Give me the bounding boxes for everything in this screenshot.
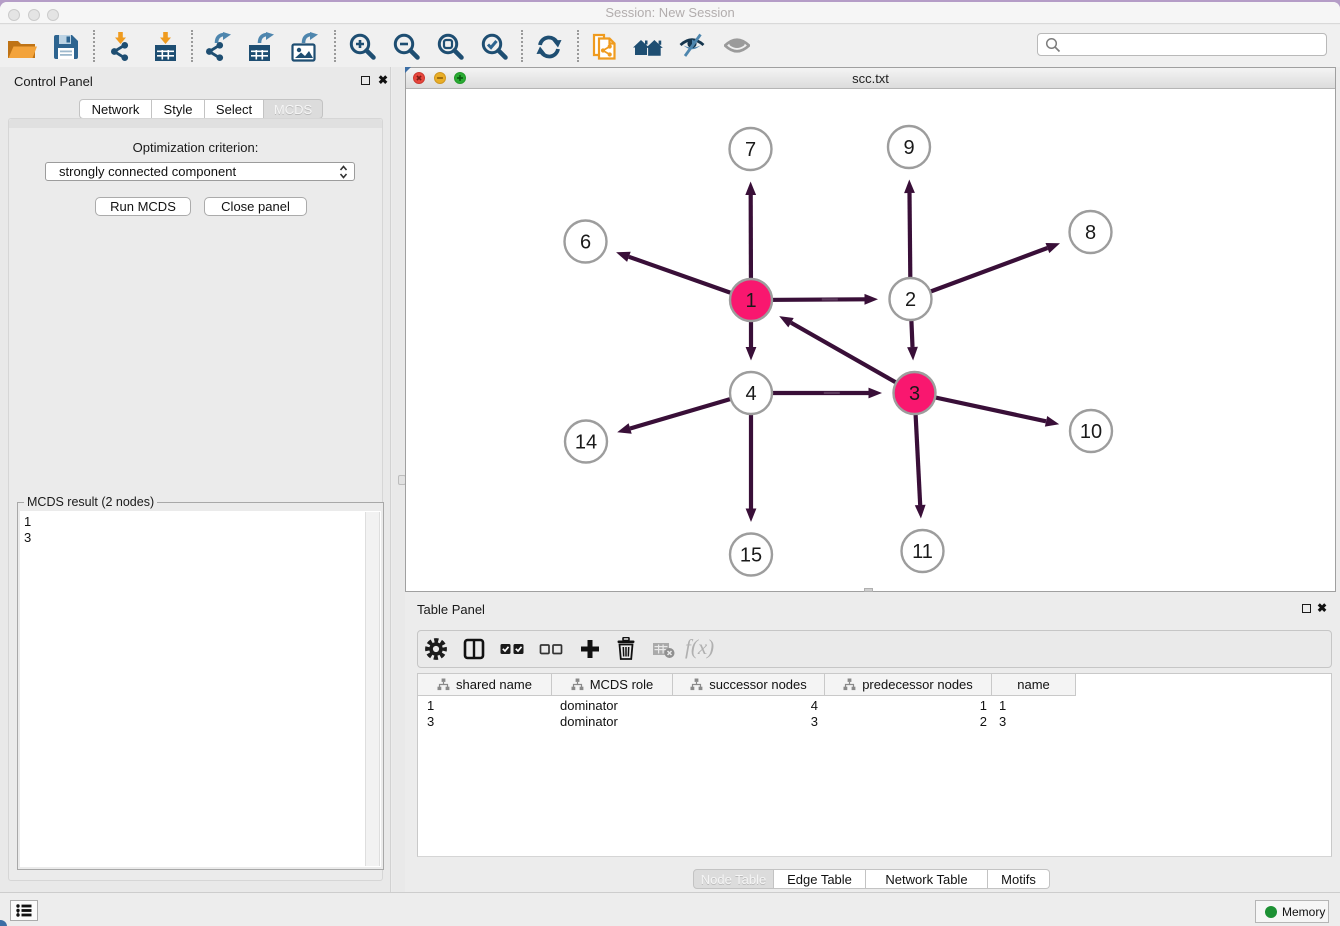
svg-text:10: 10 — [1080, 421, 1102, 443]
svg-text:11: 11 — [912, 541, 933, 563]
svg-text:6: 6 — [580, 232, 591, 254]
svg-text:1: 1 — [745, 290, 756, 312]
svg-text:15: 15 — [740, 545, 762, 567]
svg-text:8: 8 — [1085, 222, 1096, 244]
svg-text:2: 2 — [905, 289, 916, 311]
svg-text:7: 7 — [745, 139, 756, 161]
svg-text:f(x): f(x) — [685, 637, 714, 659]
svg-text:4: 4 — [745, 383, 756, 405]
svg-text:14: 14 — [575, 432, 597, 454]
svg-text:3: 3 — [909, 383, 920, 405]
svg-text:9: 9 — [903, 137, 914, 159]
